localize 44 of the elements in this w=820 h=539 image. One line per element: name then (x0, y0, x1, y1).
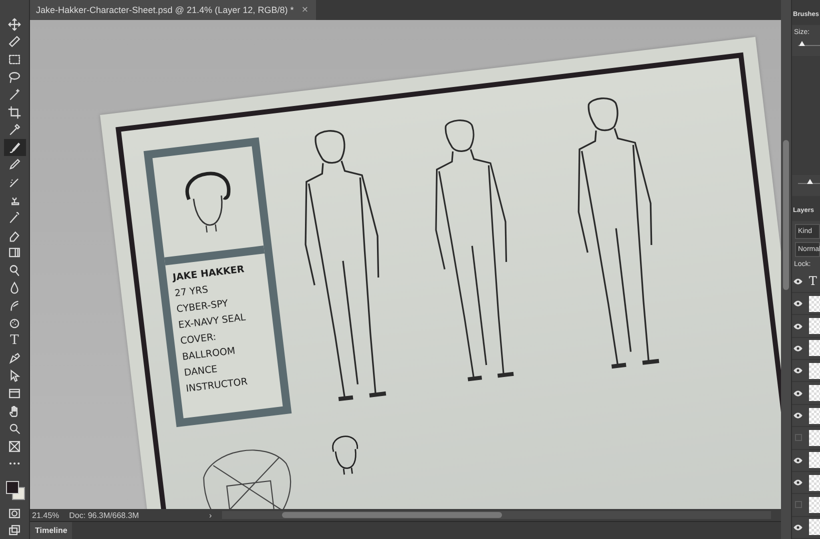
visibility-toggle[interactable] (792, 300, 805, 308)
color-swatches[interactable] (4, 479, 26, 500)
type-tool[interactable]: T (4, 332, 26, 349)
slider-thumb[interactable] (807, 178, 814, 184)
layer-thumbnail[interactable] (808, 296, 820, 312)
layer-thumbnail[interactable] (808, 408, 820, 424)
close-button[interactable]: × (302, 4, 308, 16)
visibility-toggle[interactable] (792, 479, 805, 486)
visibility-toggle[interactable] (792, 456, 805, 464)
slider-thumb[interactable] (799, 41, 806, 46)
document-title: Jake-Hakker-Character-Sheet.psd @ 21.4% (Layer 12, RGB/8) * (36, 5, 294, 15)
bio-line: 27 YRS (174, 283, 209, 300)
bio-line: INSTRUCTOR (185, 376, 250, 395)
layer-thumbnail[interactable] (808, 452, 820, 468)
layer-thumbnail[interactable] (808, 474, 820, 491)
timeline-tab[interactable]: Timeline (30, 522, 72, 539)
visibility-toggle[interactable] (792, 434, 805, 442)
visibility-toggle[interactable] (792, 322, 805, 330)
bio-line: COVER: (180, 330, 217, 348)
brush-icon[interactable] (4, 139, 26, 156)
document-tab[interactable]: Jake-Hakker-Character-Sheet.psd @ 21.4% (Layer 12, RGB/8) * × (30, 0, 316, 20)
visibility-toggle[interactable] (792, 524, 805, 531)
visibility-toggle[interactable] (792, 412, 805, 419)
character-name: JAKE HAKKER (172, 263, 246, 284)
visibility-toggle[interactable] (792, 390, 805, 397)
layer-thumbnail[interactable] (808, 430, 820, 446)
visibility-toggle[interactable] (792, 344, 805, 352)
zoom-level[interactable]: 21.45% (32, 510, 60, 520)
layer-thumbnail[interactable] (808, 496, 820, 513)
vertical-scrollbar[interactable] (781, 0, 791, 539)
bio-line: DANCE (184, 362, 218, 379)
bio-line: BALLROOM (182, 344, 237, 363)
layer-thumbnail[interactable] (808, 385, 820, 402)
horizontal-scrollbar[interactable] (222, 511, 771, 519)
document-size: Doc: 96.3M/668.3M (69, 510, 140, 520)
layer-thumbnail[interactable] (808, 318, 820, 334)
status-menu-button[interactable]: › (209, 510, 212, 520)
layer-thumbnail[interactable] (808, 362, 820, 379)
visibility-toggle[interactable] (792, 501, 805, 508)
visibility-toggle[interactable] (792, 367, 805, 374)
text-layer-thumbnail[interactable]: T (808, 274, 820, 288)
visibility-toggle[interactable] (792, 278, 805, 285)
layer-thumbnail[interactable] (808, 340, 820, 356)
layer-thumbnail[interactable] (808, 519, 820, 536)
